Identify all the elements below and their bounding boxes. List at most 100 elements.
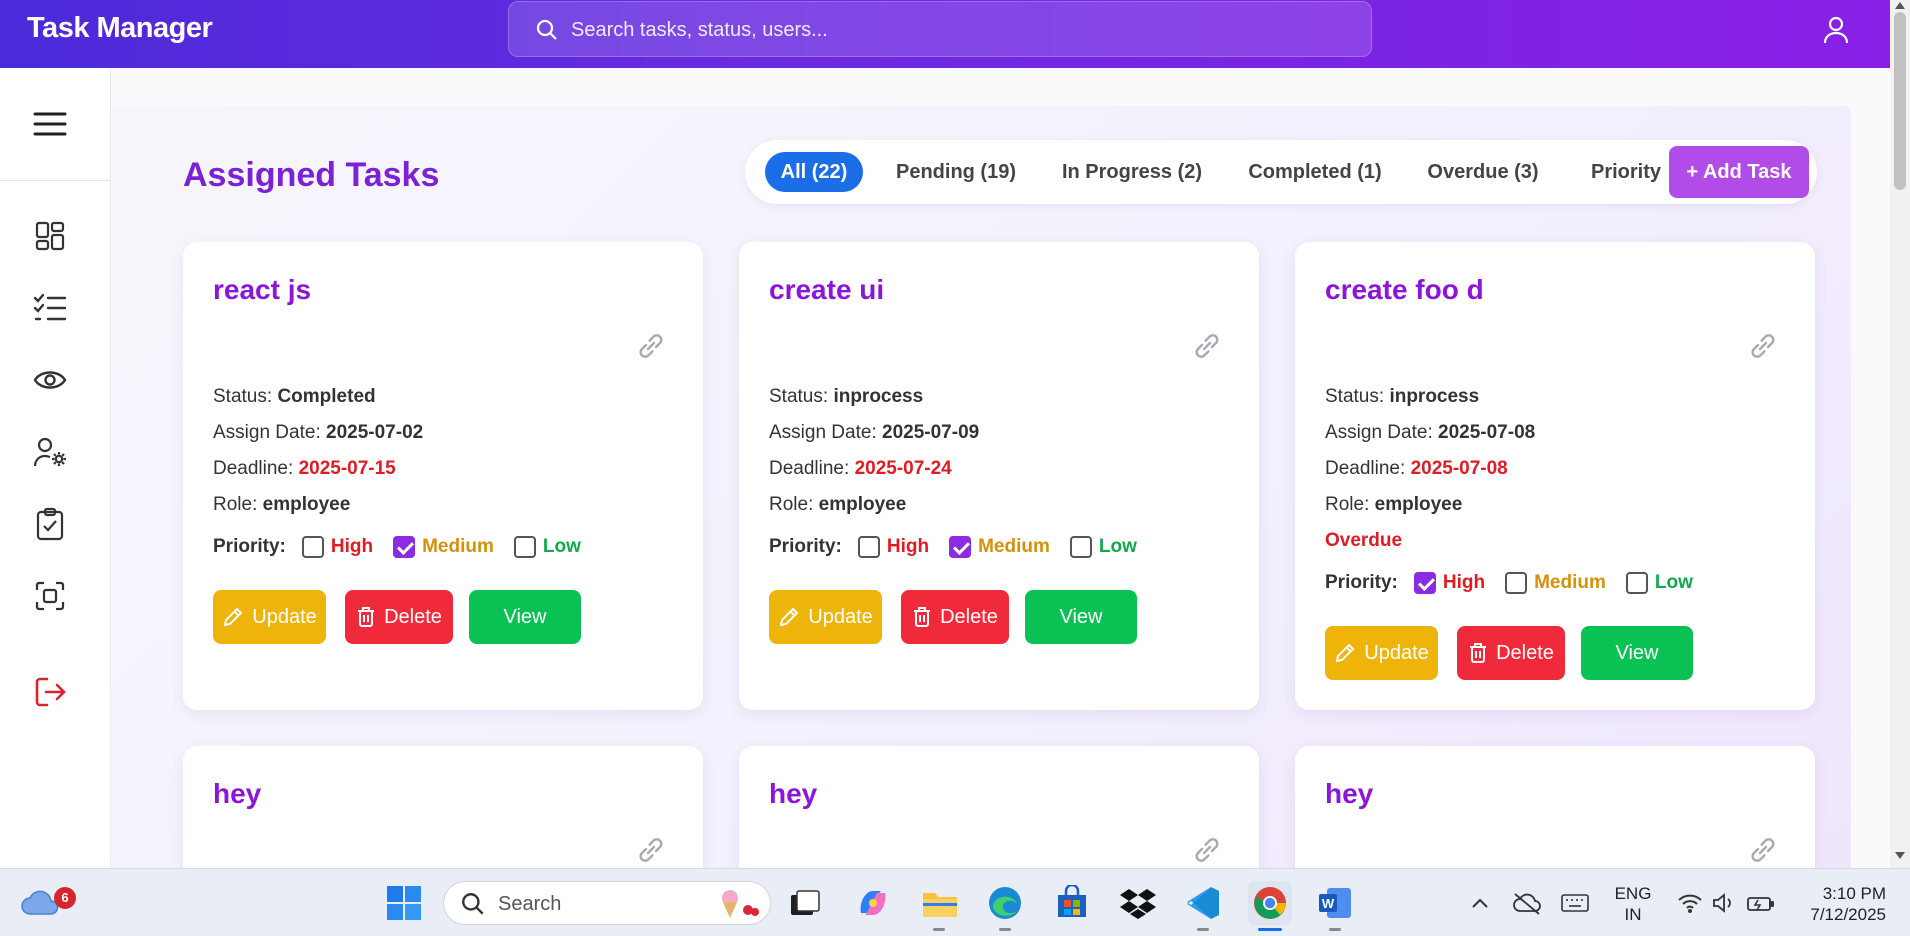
language-indicator[interactable]: ENG IN (1608, 883, 1658, 925)
priority-selector: Priority: High Medium Low (213, 536, 601, 558)
update-button[interactable]: Update (769, 590, 882, 644)
chrome-browser-icon[interactable] (1248, 881, 1292, 925)
explorer-open-indicator (933, 928, 945, 931)
priority-high-checkbox[interactable] (1413, 572, 1436, 594)
add-task-button[interactable]: + Add Task (1669, 146, 1809, 198)
view-button[interactable]: View (469, 590, 581, 644)
svg-text:W: W (1322, 896, 1335, 911)
search-input[interactable] (571, 12, 1351, 48)
page-title: Assigned Tasks (183, 156, 440, 194)
language-code: ENG (1614, 884, 1652, 903)
delete-button[interactable]: Delete (1457, 626, 1565, 680)
link-icon[interactable] (1747, 834, 1779, 866)
tab-overdue[interactable]: Overdue (3) (1413, 152, 1553, 192)
priority-low-checkbox[interactable] (513, 536, 536, 558)
priority-low-checkbox[interactable] (1069, 536, 1092, 558)
priority-selector: Priority: High Medium Low (769, 536, 1157, 558)
priority-medium-checkbox[interactable] (949, 536, 972, 558)
ice-cream-icon (722, 890, 759, 918)
task-card: create ui Status: inprocess Assign Date:… (739, 242, 1259, 710)
scan-icon[interactable] (30, 576, 70, 616)
menu-icon[interactable] (30, 104, 70, 144)
task-deadline: Deadline: 2025-07-08 (1325, 458, 1508, 480)
vscode-icon[interactable] (1181, 881, 1225, 925)
task-card: react js Status: Completed Assign Date: … (183, 242, 703, 710)
priority-high-checkbox[interactable] (301, 536, 324, 558)
link-icon[interactable] (1191, 834, 1223, 866)
onedrive-offline-icon[interactable] (1505, 881, 1549, 925)
deadline-label: Deadline: (769, 458, 850, 479)
task-status: Status: Completed (213, 386, 376, 408)
view-button[interactable]: View (1025, 590, 1137, 644)
user-profile-icon[interactable] (1820, 14, 1852, 46)
link-icon[interactable] (635, 330, 667, 362)
clipboard-check-icon[interactable] (30, 504, 70, 544)
status-value: Completed (277, 386, 376, 407)
windows-start-icon[interactable] (382, 881, 426, 925)
clock-date: 7/12/2025 (1810, 905, 1886, 924)
delete-button[interactable]: Delete (901, 590, 1009, 644)
taskbar-search[interactable]: Search (443, 881, 771, 925)
update-label: Update (1364, 641, 1429, 664)
copilot-icon[interactable] (851, 881, 895, 925)
view-button[interactable]: View (1581, 626, 1693, 680)
eye-icon[interactable] (30, 360, 70, 400)
task-deadline: Deadline: 2025-07-24 (769, 458, 952, 480)
deadline-value: 2025-07-08 (1410, 458, 1508, 479)
role-label: Role: (1325, 494, 1370, 515)
page-scrollbar[interactable] (1890, 0, 1910, 868)
tab-all[interactable]: All (22) (765, 152, 863, 192)
priority-medium-label: Medium (1534, 572, 1606, 593)
weather-badge: 6 (54, 887, 76, 909)
priority-medium-checkbox[interactable] (1505, 572, 1528, 594)
scroll-up-arrow-icon[interactable] (1895, 2, 1905, 9)
tab-pending[interactable]: Pending (19) (881, 152, 1031, 192)
priority-medium-label: Medium (422, 536, 494, 557)
taskbar-search-label: Search (498, 893, 562, 915)
scrollbar-thumb[interactable] (1894, 12, 1906, 190)
word-icon[interactable]: W (1313, 881, 1357, 925)
chevron-up-icon[interactable] (1458, 881, 1502, 925)
battery-icon[interactable] (1738, 881, 1782, 925)
trash-icon (358, 607, 375, 627)
task-view-icon[interactable] (783, 881, 827, 925)
edge-browser-icon[interactable] (983, 881, 1027, 925)
user-settings-icon[interactable] (30, 432, 70, 472)
link-icon[interactable] (1191, 330, 1223, 362)
link-icon[interactable] (635, 834, 667, 866)
delete-button[interactable]: Delete (345, 590, 453, 644)
task-status: Status: inprocess (1325, 386, 1479, 408)
microsoft-store-icon[interactable] (1050, 881, 1094, 925)
tab-in-progress[interactable]: In Progress (2) (1047, 152, 1217, 192)
task-assign-date: Assign Date: 2025-07-09 (769, 422, 979, 444)
task-title: hey (1325, 778, 1374, 809)
logout-icon[interactable] (30, 672, 70, 712)
link-icon[interactable] (1747, 330, 1779, 362)
pencil-icon (223, 607, 243, 627)
search-bar[interactable] (508, 1, 1372, 57)
keyboard-icon[interactable] (1553, 881, 1597, 925)
weather-widget[interactable]: 6 (18, 881, 76, 925)
tab-completed[interactable]: Completed (1) (1235, 152, 1395, 192)
priority-low-checkbox[interactable] (1625, 572, 1648, 594)
update-label: Update (252, 605, 317, 628)
windows-taskbar: 6 Search W ENG IN 3:10 PM 7/12/2025 (0, 868, 1910, 936)
priority-high-checkbox[interactable] (857, 536, 880, 558)
update-button[interactable]: Update (213, 590, 326, 644)
task-assign-date: Assign Date: 2025-07-02 (213, 422, 423, 444)
trash-icon (1470, 643, 1487, 663)
task-list-icon[interactable] (30, 288, 70, 328)
assign-date-label: Assign Date: (769, 422, 877, 443)
priority-medium-checkbox[interactable] (393, 536, 416, 558)
role-value: employee (818, 494, 907, 515)
system-clock[interactable]: 3:10 PM 7/12/2025 (1790, 883, 1886, 925)
task-title: hey (769, 778, 818, 809)
dashboard-icon[interactable] (30, 216, 70, 256)
edge-open-indicator (999, 928, 1011, 931)
dropbox-icon[interactable] (1116, 881, 1160, 925)
scroll-down-arrow-icon[interactable] (1895, 852, 1905, 859)
update-button[interactable]: Update (1325, 626, 1438, 680)
file-explorer-icon[interactable] (918, 881, 962, 925)
chrome-active-indicator (1258, 928, 1282, 931)
priority-high-label: High (1442, 572, 1486, 593)
